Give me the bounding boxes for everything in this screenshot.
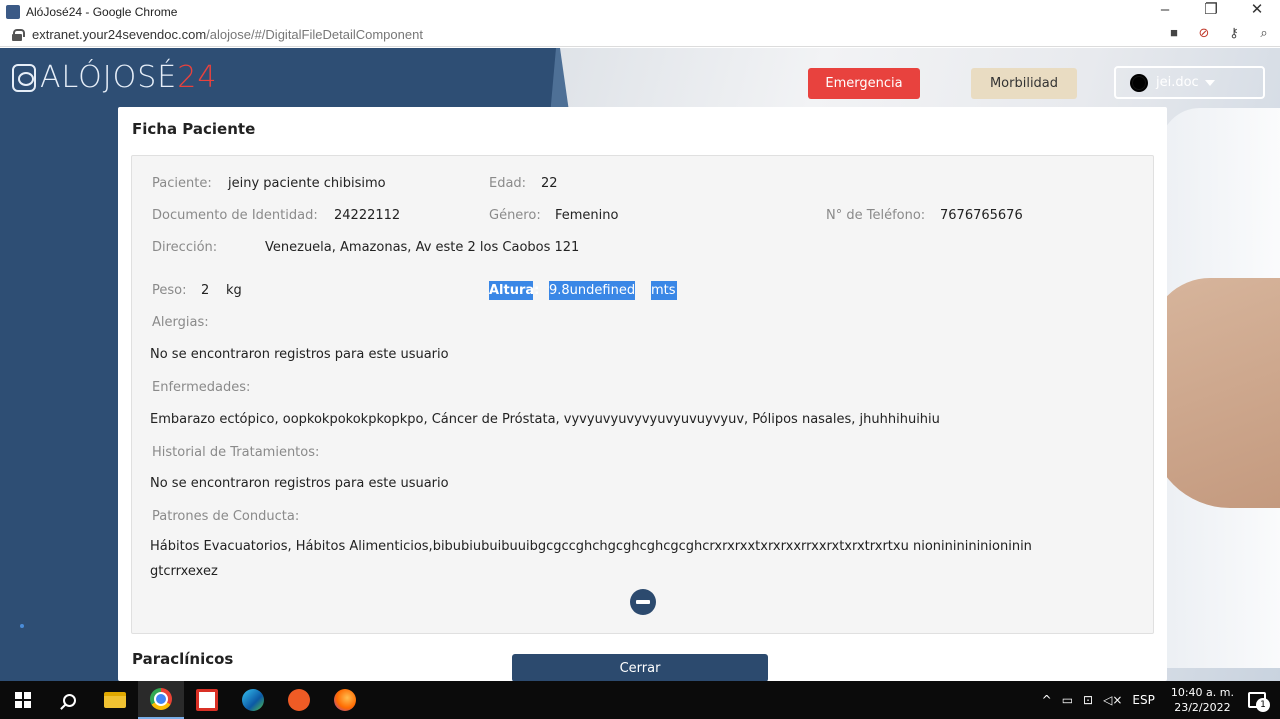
caret-down-icon	[1204, 79, 1215, 86]
logo-number: 24	[177, 60, 218, 95]
zoom-icon[interactable]: ⌕	[1256, 25, 1272, 41]
clock-date: 23/2/2022	[1174, 701, 1231, 714]
peso-label: Peso:	[152, 283, 187, 298]
system-tray: ^ ▭ ⊡ ◁× ESP 10:40 a. m. 23/2/2022 1	[1042, 681, 1280, 719]
historial-value: No se encontraron registros para este us…	[150, 476, 449, 491]
paciente-label: Paciente:	[152, 176, 212, 191]
historial-label: Historial de Tratamientos:	[152, 445, 320, 460]
collapse-minus-icon[interactable]	[630, 589, 656, 615]
pdf-icon	[196, 689, 218, 711]
close-window-button[interactable]: ✕	[1234, 0, 1280, 23]
taskbar-file-explorer[interactable]	[92, 681, 138, 719]
altura-value: 9.8undefined	[549, 281, 636, 300]
app-logo[interactable]: ALÓJOSÉ24	[12, 60, 217, 95]
peso-unit: kg	[226, 283, 242, 298]
window-title: AlóJosé24 - Google Chrome	[26, 4, 178, 19]
direccion-label: Dirección:	[152, 240, 218, 255]
network-icon[interactable]: ⊡	[1083, 693, 1093, 707]
paraclinicos-title: Paraclínicos	[132, 650, 234, 668]
notification-center-icon[interactable]: 1	[1248, 692, 1270, 712]
lock-icon[interactable]	[12, 29, 25, 41]
key-icon[interactable]: ⚷	[1226, 25, 1242, 41]
logo-word: ALÓJOSÉ	[40, 60, 178, 95]
tray-chevron-icon[interactable]: ^	[1042, 693, 1052, 707]
edad-label: Edad:	[489, 176, 527, 191]
taskbar-search-button[interactable]	[46, 681, 92, 719]
battery-icon[interactable]: ▭	[1062, 693, 1073, 707]
morbidity-button[interactable]: Morbilidad	[971, 68, 1077, 99]
user-name: jei.doc	[1156, 75, 1199, 90]
firefox-icon	[334, 689, 356, 711]
direccion-value: Venezuela, Amazonas, Av este 2 los Caobo…	[265, 240, 580, 255]
address-bar-icons: ■ ⊘ ⚷ ⌕	[1166, 25, 1272, 41]
minimize-button[interactable]: –	[1142, 0, 1188, 23]
clock-time: 10:40 a. m.	[1170, 686, 1234, 699]
taskbar-edge[interactable]	[230, 681, 276, 719]
edad-value: 22	[541, 176, 558, 191]
maximize-button[interactable]: ❐	[1188, 0, 1234, 23]
volume-icon[interactable]: ◁×	[1103, 693, 1122, 707]
url-path: /alojose/#/DigitalFileDetailComponent	[206, 27, 423, 42]
patient-record-modal: Ficha Paciente Paciente: jeiny paciente …	[118, 107, 1167, 681]
peso-value: 2	[201, 283, 210, 298]
camera-icon[interactable]: ■	[1166, 25, 1182, 41]
documento-label: Documento de Identidad:	[152, 208, 318, 223]
windows-logo-icon	[15, 692, 31, 708]
enfermedades-label: Enfermedades:	[152, 380, 251, 395]
windows-taskbar: ^ ▭ ⊡ ◁× ESP 10:40 a. m. 23/2/2022 1	[0, 681, 1280, 719]
taskbar-chrome[interactable]	[138, 681, 184, 719]
alergias-label: Alergias:	[152, 315, 209, 330]
logo-text: ALÓJOSÉ24	[40, 60, 217, 95]
folder-icon	[104, 692, 126, 708]
genero-label: Género:	[489, 208, 541, 223]
paciente-value: jeiny paciente chibisimo	[228, 176, 386, 191]
altura-unit: mts	[651, 281, 677, 300]
chrome-icon	[150, 688, 172, 710]
page-content: ALÓJOSÉ24 Emergencia Morbilidad jei.doc …	[0, 48, 1280, 681]
patrones-label: Patrones de Conducta:	[152, 509, 300, 524]
modal-title: Ficha Paciente	[132, 120, 256, 138]
logo-phone-icon	[12, 63, 36, 92]
alergias-value: No se encontraron registros para este us…	[150, 347, 449, 362]
patient-info-card: Paciente: jeiny paciente chibisimo Edad:…	[131, 155, 1154, 634]
app-favicon-icon	[6, 4, 20, 19]
window-controls: – ❐ ✕	[1142, 0, 1280, 23]
edge-icon	[242, 689, 264, 711]
patrones-value-line1: Hábitos Evacuatorios, Hábitos Alimentici…	[150, 539, 1032, 554]
clock[interactable]: 10:40 a. m. 23/2/2022	[1171, 685, 1234, 715]
search-icon	[62, 693, 76, 707]
user-avatar-icon	[1130, 73, 1148, 92]
telefono-value: 7676765676	[940, 208, 1023, 223]
user-menu-dropdown[interactable]: jei.doc	[1114, 66, 1265, 99]
url-text[interactable]: extranet.your24sevendoc.com/alojose/#/Di…	[32, 27, 423, 42]
close-button[interactable]: Cerrar	[512, 654, 768, 681]
decorative-dot	[20, 624, 24, 628]
taskbar-postman[interactable]	[276, 681, 322, 719]
taskbar-firefox[interactable]	[322, 681, 368, 719]
blocked-icon[interactable]: ⊘	[1196, 25, 1212, 41]
emergency-button[interactable]: Emergencia	[808, 68, 920, 99]
address-bar[interactable]: extranet.your24sevendoc.com/alojose/#/Di…	[0, 23, 1280, 47]
documento-value: 24222112	[334, 208, 401, 223]
telefono-label: N° de Teléfono:	[826, 208, 926, 223]
postman-icon	[288, 689, 310, 711]
patrones-value-line2: gtcrrxexez	[150, 564, 218, 579]
notification-badge: 1	[1256, 698, 1270, 712]
background-doctor-arm	[1150, 278, 1280, 508]
browser-titlebar: AlóJosé24 - Google Chrome – ❐ ✕	[0, 0, 1280, 23]
taskbar-acrobat[interactable]	[184, 681, 230, 719]
url-host: extranet.your24sevendoc.com	[32, 27, 207, 42]
language-indicator[interactable]: ESP	[1132, 693, 1154, 707]
genero-value: Femenino	[555, 208, 619, 223]
start-button[interactable]	[0, 681, 46, 719]
enfermedades-value: Embarazo ectópico, oopkokpokokpkopkpo, C…	[150, 412, 940, 427]
altura-label: Altura:	[489, 281, 540, 300]
